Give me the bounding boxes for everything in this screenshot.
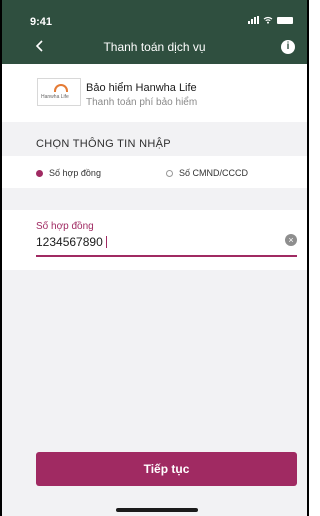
option-id-number[interactable]: Số CMND/CCCD — [166, 168, 248, 178]
provider-card: Hanwha Life Bảo hiểm Hanwha Life Thanh t… — [2, 64, 307, 122]
contract-number-label: Số hợp đồng — [36, 221, 94, 232]
text-caret — [105, 236, 107, 248]
section-title: CHỌN THÔNG TIN NHẬP — [36, 138, 171, 150]
contract-number-value: 1234567890 — [36, 235, 103, 249]
provider-logo-mark — [54, 84, 68, 92]
provider-name: Bảo hiểm Hanwha Life — [86, 82, 197, 94]
radio-selected-icon — [36, 169, 43, 177]
option-label: Số CMND/CCCD — [179, 168, 249, 178]
option-contract-number[interactable]: Số hợp đồng — [36, 168, 101, 178]
wifi-icon — [263, 16, 273, 24]
phone-frame: 9:41 Thanh toán dịch vụ i Hanwha Life Bả… — [0, 0, 309, 516]
page-title: Thanh toán dịch vụ — [103, 40, 206, 54]
status-icons — [248, 16, 293, 24]
app-header: 9:41 Thanh toán dịch vụ i — [2, 0, 307, 64]
input-type-options: Số hợp đồng Số CMND/CCCD — [2, 156, 307, 188]
provider-subtitle: Thanh toán phí bảo hiểm — [86, 97, 198, 108]
info-icon[interactable]: i — [281, 40, 295, 54]
input-underline — [36, 255, 297, 257]
battery-icon — [277, 16, 293, 24]
status-time: 9:41 — [30, 16, 53, 28]
signal-icon — [248, 16, 259, 24]
provider-logo-text: Hanwha Life — [41, 94, 69, 100]
contract-input-card: Số hợp đồng 1234567890 × — [2, 210, 307, 270]
home-indicator — [116, 508, 198, 512]
continue-button[interactable]: Tiếp tục — [36, 452, 297, 486]
option-label: Số hợp đồng — [49, 168, 101, 178]
radio-unselected-icon — [166, 169, 173, 177]
clear-icon[interactable]: × — [285, 234, 297, 246]
provider-logo: Hanwha Life — [37, 78, 81, 106]
contract-number-input[interactable]: 1234567890 — [36, 235, 107, 249]
